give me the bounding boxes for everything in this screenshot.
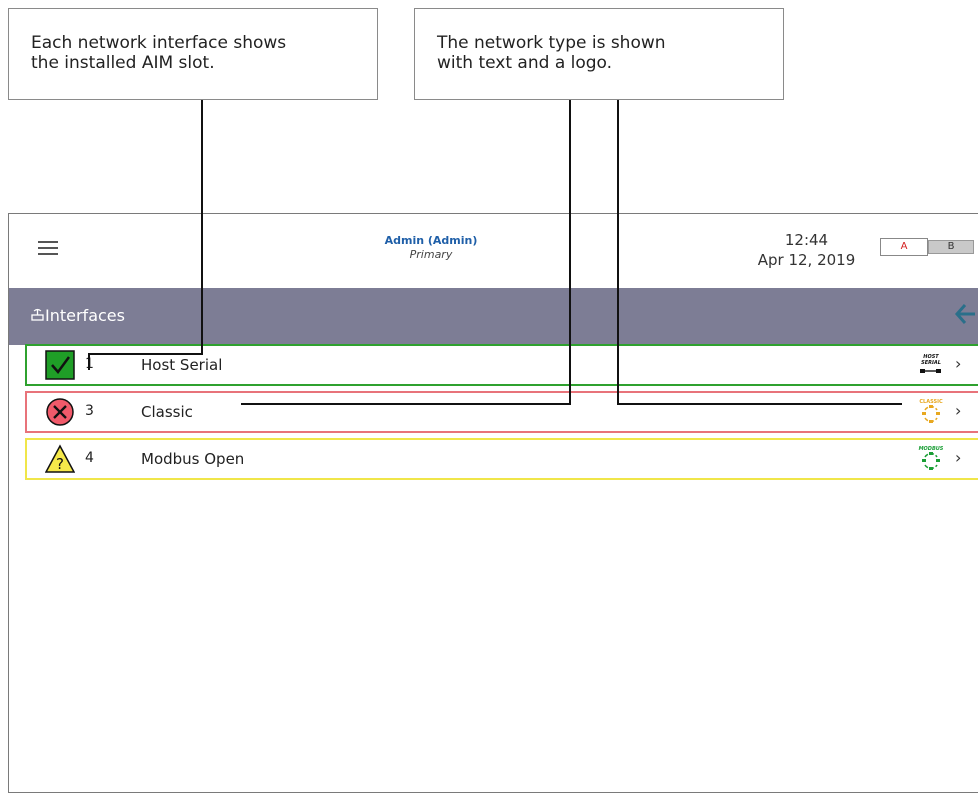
chevron-right-icon[interactable]: › [955,448,961,467]
chevron-right-icon[interactable]: › [955,354,961,373]
error-status-icon [45,397,75,427]
leader-slot-down [88,353,90,370]
callout-slot-line-2: the installed AIM slot. [31,53,215,73]
callout-slot: Each network interface shows the install… [8,8,378,100]
svg-text:MODBUS: MODBUS [919,446,944,452]
user-name: Admin (Admin) [384,234,478,247]
clock-date: Apr 12, 2019 [757,251,856,269]
toggle-b[interactable]: B [928,240,974,254]
leader-type-text-vertical [569,100,571,404]
leader-type-text-horizontal [241,403,571,405]
toggle-a[interactable]: A [880,238,928,256]
callout-network-type: The network type is shown with text and … [414,8,784,100]
clock-time: 12:44 [784,231,829,249]
interface-name: Classic [141,403,193,421]
network-icon [31,308,44,325]
leader-type-logo-horizontal [617,403,902,405]
host-serial-logo-icon: HOST SERIAL [917,350,945,380]
callout-type-line-2: with text and a logo. [437,53,613,73]
svg-text:?: ? [56,455,64,473]
menu-icon[interactable] [38,241,58,255]
title-bar: Interfaces [9,288,978,345]
ab-toggle[interactable]: A B [880,238,976,256]
leader-slot-vertical [201,100,203,353]
svg-text:SERIAL: SERIAL [921,360,941,366]
interface-name: Modbus Open [141,450,245,468]
chevron-right-icon[interactable]: › [955,401,961,420]
svg-text:CLASSIC: CLASSIC [919,399,943,405]
callout-slot-line-1: Each network interface shows [31,33,287,53]
modbus-logo-icon: MODBUS [917,444,945,474]
user-role: Primary [409,248,453,261]
interface-row-modbus-open[interactable]: ? 4 Modbus Open MODBUS › [25,438,978,480]
back-arrow-icon[interactable] [953,302,977,333]
clock: 12:44 Apr 12, 2019 [739,230,874,270]
interface-row-host-serial[interactable]: 1 Host Serial HOST SERIAL › [25,344,978,386]
classic-logo-icon: CLASSIC [917,397,945,427]
device-screen: Admin (Admin) Primary 12:44 Apr 12, 2019… [8,213,978,793]
warning-status-icon: ? [44,444,76,474]
user-info: Admin (Admin) Primary [331,234,531,262]
interface-slot: 3 [85,403,94,419]
interface-slot: 4 [85,450,94,466]
page-title: Interfaces [45,306,125,325]
leader-type-logo-vertical [617,100,619,404]
interface-name: Host Serial [141,356,223,374]
ok-status-icon [45,350,75,380]
leader-slot-horizontal [88,353,203,355]
interface-row-classic[interactable]: 3 Classic CLASSIC › [25,391,978,433]
callout-type-line-1: The network type is shown [437,33,666,53]
